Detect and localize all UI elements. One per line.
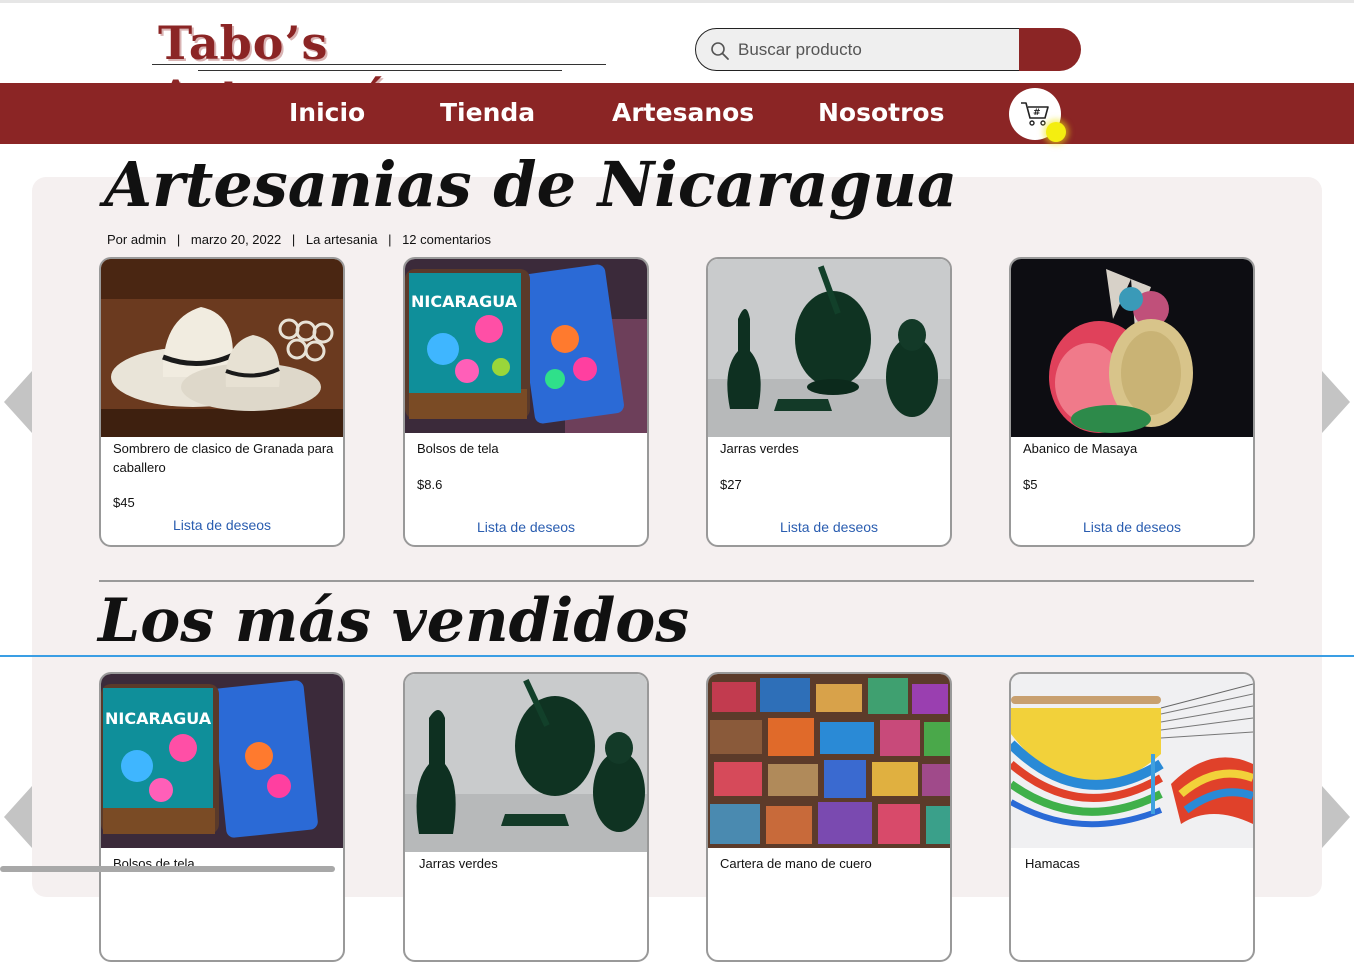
main-nav: Inicio Tienda Artesanos Nosotros # — [0, 83, 1354, 144]
product-image-hammock — [1011, 674, 1253, 848]
product-image-hats — [101, 259, 343, 437]
carousel-next-arrow[interactable] — [1322, 371, 1350, 433]
horizontal-scrollbar[interactable] — [0, 866, 335, 872]
meta-separator: | — [291, 232, 296, 247]
cursor-highlight — [1046, 122, 1066, 142]
meta-author: Por admin — [107, 232, 167, 247]
product-price: $27 — [720, 477, 742, 492]
product-name: Abanico de Masaya — [1023, 441, 1138, 456]
product-name: Bolsos de tela — [417, 441, 499, 456]
wishlist-link[interactable]: Lista de deseos — [708, 519, 950, 535]
product-card[interactable]: Jarras verdes $27 Lista de deseos — [706, 257, 952, 547]
nav-item-nosotros[interactable]: Nosotros — [818, 98, 945, 127]
product-image-bags: NICARAGUA — [405, 259, 647, 433]
product-image-green-ceramics — [405, 674, 647, 852]
bag-embroidery-text: NICARAGUA — [105, 709, 212, 728]
top-border — [0, 0, 1354, 3]
page-title: Artesanias de Nicaragua — [104, 148, 958, 221]
wishlist-link[interactable]: Lista de deseos — [101, 517, 343, 533]
carousel-next-arrow[interactable] — [1322, 786, 1350, 848]
meta-separator: | — [176, 232, 181, 247]
search-field — [695, 28, 1021, 71]
logo-underline — [152, 64, 606, 65]
cart-icon: # — [1021, 102, 1049, 126]
section-divider — [99, 580, 1254, 582]
search-input[interactable] — [738, 39, 1008, 61]
product-card[interactable]: Abanico de Masaya $5 Lista de deseos — [1009, 257, 1255, 547]
nav-item-tienda[interactable]: Tienda — [440, 98, 535, 127]
product-name: Cartera de mano de cuero — [720, 856, 872, 871]
product-image-wallets — [708, 674, 950, 848]
site-logo[interactable]: Tabo’s Artesanías — [152, 14, 606, 124]
meta-date: marzo 20, 2022 — [190, 232, 282, 247]
search-bar — [695, 28, 1081, 71]
bag-embroidery-text: NICARAGUA — [411, 292, 518, 311]
product-card[interactable]: Hamacas — [1009, 672, 1255, 962]
product-price: $45 — [113, 495, 135, 510]
nav-item-artesanos[interactable]: Artesanos — [612, 98, 754, 127]
meta-category[interactable]: La artesania — [306, 232, 378, 247]
product-name: Jarras verdes — [419, 856, 498, 871]
product-name: Sombrero de clasico de Granada para caba… — [113, 441, 334, 475]
product-name: Hamacas — [1025, 856, 1080, 871]
wishlist-link[interactable]: Lista de deseos — [405, 519, 647, 535]
guide-line — [0, 655, 1354, 657]
carousel-prev-arrow[interactable] — [4, 786, 32, 848]
product-image-fans — [1011, 259, 1253, 437]
product-card[interactable]: NICARAGUA Bolsos de tela — [99, 672, 345, 962]
search-icon — [710, 41, 730, 61]
wishlist-link[interactable]: Lista de deseos — [1011, 519, 1253, 535]
post-meta: Por admin | marzo 20, 2022 | La artesani… — [107, 232, 491, 247]
product-price: $5 — [1023, 477, 1038, 492]
carousel-prev-arrow[interactable] — [4, 371, 32, 433]
nav-item-inicio[interactable]: Inicio — [289, 98, 365, 127]
product-card[interactable]: NICARAGUA Bolsos de tela $8.6 Lista de d… — [403, 257, 649, 547]
meta-separator: | — [388, 232, 392, 247]
logo-underline-inner — [198, 70, 562, 71]
product-name: Jarras verdes — [720, 441, 799, 456]
product-image-green-ceramics — [708, 259, 950, 437]
cart-tag: # — [1033, 108, 1041, 118]
product-price: $8.6 — [417, 477, 443, 492]
product-card[interactable]: Sombrero de clasico de Granada para caba… — [99, 257, 345, 547]
search-button[interactable] — [1019, 28, 1081, 71]
product-card[interactable]: Cartera de mano de cuero — [706, 672, 952, 962]
product-image-bags: NICARAGUA — [101, 674, 343, 848]
section-title-bestsellers: Los más vendidos — [98, 586, 690, 656]
product-card[interactable]: Jarras verdes — [403, 672, 649, 962]
meta-comments[interactable]: 12 comentarios — [402, 232, 491, 247]
